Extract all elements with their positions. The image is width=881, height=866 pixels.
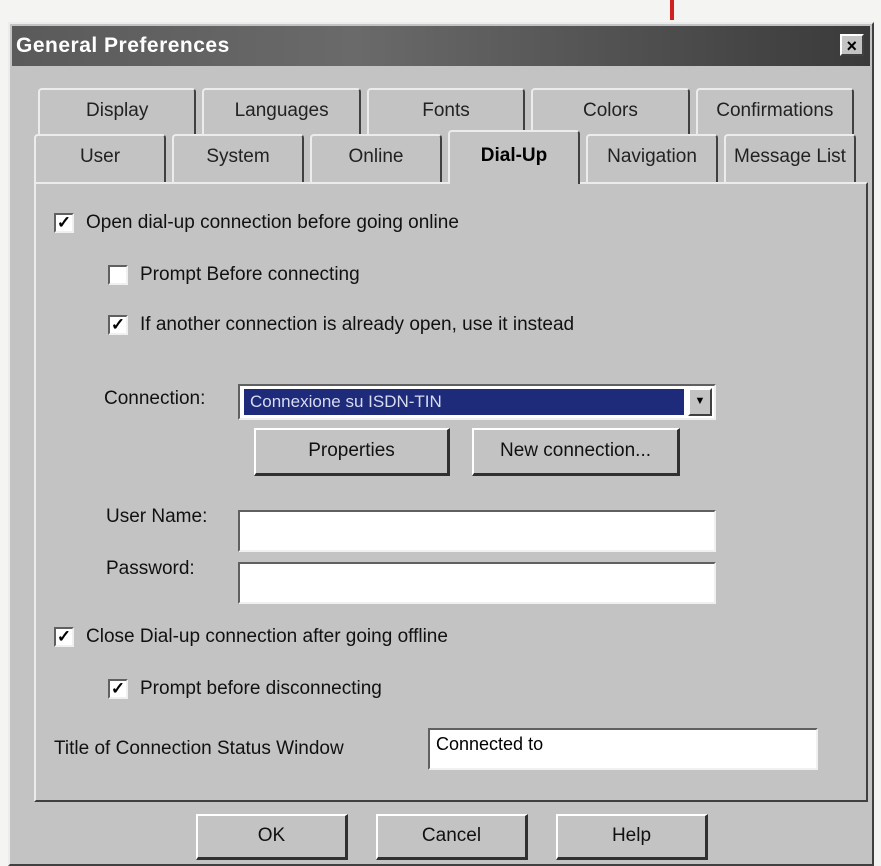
connection-select[interactable]: Connexione su ISDN-TIN ▼	[238, 384, 716, 420]
new-connection-button[interactable]: New connection...	[472, 428, 680, 476]
tab-system[interactable]: System	[172, 134, 304, 184]
prompt-before-disconnecting-checkbox[interactable]: ✓	[108, 679, 128, 699]
prompt-before-disconnecting-row[interactable]: ✓ Prompt before disconnecting	[108, 678, 382, 700]
close-after-offline-row[interactable]: ✓ Close Dial-up connection after going o…	[54, 626, 448, 648]
tab-online[interactable]: Online	[310, 134, 442, 184]
user-name-row: User Name:	[106, 506, 207, 528]
properties-button[interactable]: Properties	[254, 428, 450, 476]
tab-message-list[interactable]: Message List	[724, 134, 856, 184]
title-bar[interactable]: General Preferences ×	[12, 26, 870, 66]
user-name-label: User Name:	[106, 506, 208, 527]
help-button[interactable]: Help	[556, 814, 708, 860]
password-row: Password:	[106, 558, 195, 580]
preferences-dialog: General Preferences × Display Languages …	[8, 22, 874, 866]
tab-dial-up[interactable]: Dial-Up	[448, 130, 580, 184]
ok-button[interactable]: OK	[196, 814, 348, 860]
red-marker	[670, 0, 674, 20]
tab-languages[interactable]: Languages	[202, 88, 361, 134]
close-icon[interactable]: ×	[840, 34, 864, 56]
prompt-before-connecting-row[interactable]: Prompt Before connecting	[108, 264, 360, 286]
status-window-title-row: Title of Connection Status Window	[54, 738, 344, 760]
tab-display[interactable]: Display	[38, 88, 197, 134]
prompt-before-connecting-label: Prompt Before connecting	[140, 264, 360, 285]
password-label: Password:	[106, 558, 195, 579]
use-existing-row[interactable]: ✓ If another connection is already open,…	[108, 314, 574, 336]
open-before-online-row[interactable]: ✓ Open dial-up connection before going o…	[54, 212, 459, 234]
tab-colors[interactable]: Colors	[531, 88, 690, 134]
connection-value: Connexione su ISDN-TIN	[244, 389, 684, 415]
tab-row-front: User System Online Dial-Up Navigation Me…	[34, 130, 862, 184]
tab-confirmations[interactable]: Confirmations	[695, 88, 855, 134]
tab-user[interactable]: User	[34, 134, 166, 184]
connection-row: Connection:	[104, 388, 205, 410]
window-title: General Preferences	[16, 34, 230, 57]
use-existing-checkbox[interactable]: ✓	[108, 315, 128, 335]
chevron-down-icon[interactable]: ▼	[688, 388, 712, 416]
prompt-before-disconnecting-label: Prompt before disconnecting	[140, 678, 382, 699]
status-window-title-field[interactable]: Connected to	[428, 728, 818, 770]
password-field[interactable]	[238, 562, 716, 604]
tab-fonts[interactable]: Fonts	[366, 88, 526, 134]
connection-label: Connection:	[104, 388, 206, 409]
use-existing-label: If another connection is already open, u…	[140, 314, 575, 335]
open-before-online-checkbox[interactable]: ✓	[54, 213, 74, 233]
open-before-online-label: Open dial-up connection before going onl…	[86, 212, 459, 233]
close-after-offline-checkbox[interactable]: ✓	[54, 627, 74, 647]
prompt-before-connecting-checkbox[interactable]	[108, 265, 128, 285]
status-window-title-label: Title of Connection Status Window	[54, 738, 344, 759]
tab-navigation[interactable]: Navigation	[586, 134, 718, 184]
cancel-button[interactable]: Cancel	[376, 814, 528, 860]
close-after-offline-label: Close Dial-up connection after going off…	[86, 626, 448, 647]
tab-row-back: Display Languages Fonts Colors Confirmat…	[38, 88, 860, 134]
user-name-field[interactable]	[238, 510, 716, 552]
